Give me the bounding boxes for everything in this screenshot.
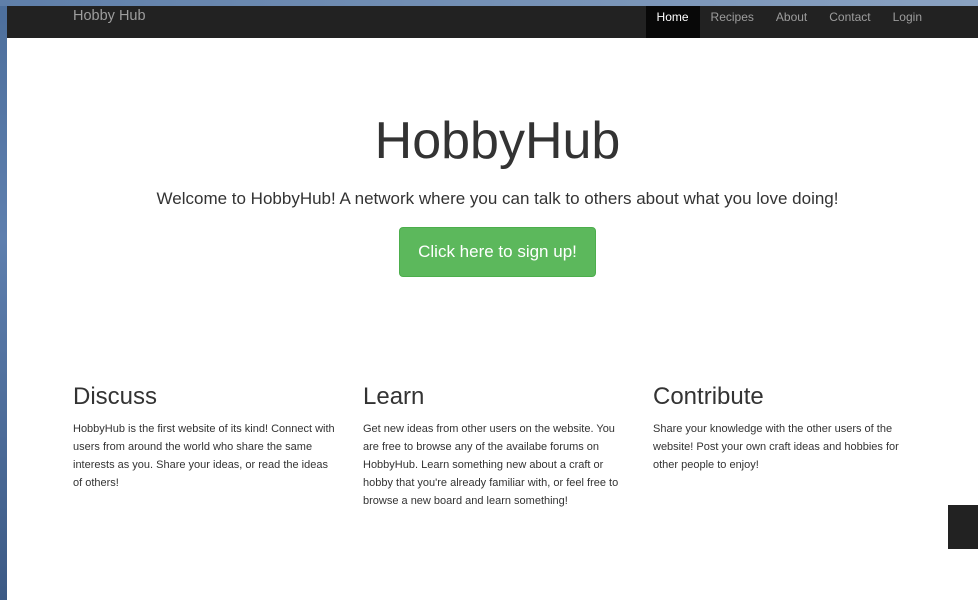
side-widget-button[interactable]: [948, 505, 978, 549]
feature-text-learn: Get new ideas from other users on the we…: [363, 423, 619, 507]
feature-column-learn: Learn Get new ideas from other users on …: [363, 382, 629, 510]
nav-menu: Home Recipes About Contact Login: [645, 6, 933, 38]
nav-item-login[interactable]: Login: [882, 6, 933, 38]
nav-item-recipes[interactable]: Recipes: [700, 6, 765, 38]
feature-text-contribute: Share your knowledge with the other user…: [653, 423, 899, 471]
feature-heading-learn: Learn: [363, 383, 425, 410]
nav-item-home[interactable]: Home: [645, 6, 700, 38]
feature-text-discuss: HobbyHub is the first website of its kin…: [73, 423, 335, 489]
hero-section: HobbyHub Welcome to HobbyHub! A network …: [7, 106, 978, 277]
feature-heading-discuss: Discuss: [73, 383, 158, 410]
nav-item-contact[interactable]: Contact: [818, 6, 881, 38]
nav-item-about[interactable]: About: [765, 6, 818, 38]
feature-column-contribute: Contribute Share your knowledge with the…: [653, 382, 919, 474]
feature-heading-contribute: Contribute: [653, 383, 764, 410]
feature-column-discuss: Discuss HobbyHub is the first website of…: [73, 382, 339, 492]
signup-button[interactable]: Click here to sign up!: [399, 227, 596, 277]
hero-subtitle: Welcome to HobbyHub! A network where you…: [156, 189, 839, 208]
navbar-brand[interactable]: Hobby Hub: [73, 7, 146, 25]
browser-page: Hobby Hub Home Recipes About Contact Log…: [7, 6, 978, 600]
hero-title: HobbyHub: [374, 112, 621, 170]
navbar: Hobby Hub Home Recipes About Contact Log…: [7, 6, 978, 38]
